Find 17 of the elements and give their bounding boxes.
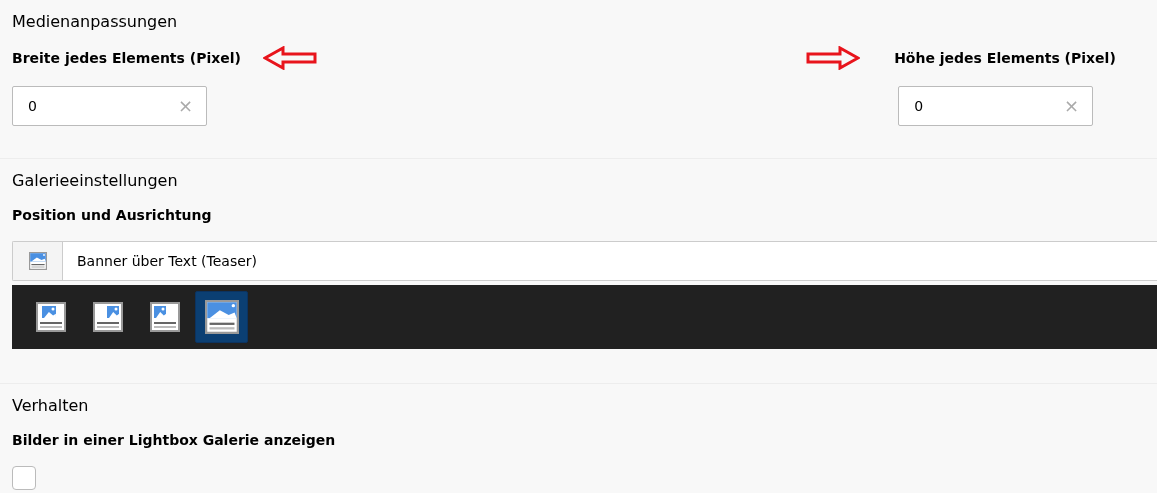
section-title: Verhalten [12,395,90,417]
checkbox[interactable] [12,466,36,490]
field-label: Breite jedes Elements (Pixel) [12,49,241,68]
arrow-icon [806,46,861,70]
section-title: Medienanpassungen [12,11,179,33]
image-layout-icon [35,302,66,332]
image-layout-icon [204,300,239,334]
arrow-icon [262,46,317,70]
image-layout-icon [92,302,123,332]
layout-option[interactable] [195,291,248,343]
dropdown-field[interactable]: Banner über Text (Teaser) [12,241,1157,281]
field-label: Bilder in einer Lightbox Galerie anzeigen [12,431,337,450]
field-label: Höhe jedes Elements (Pixel) [894,49,1116,68]
image-layout-icon [149,302,180,332]
section-title: Galerieeinstellungen [12,170,179,192]
field-label: Position und Ausrichtung [12,206,213,225]
banner-layout-icon [28,252,47,270]
